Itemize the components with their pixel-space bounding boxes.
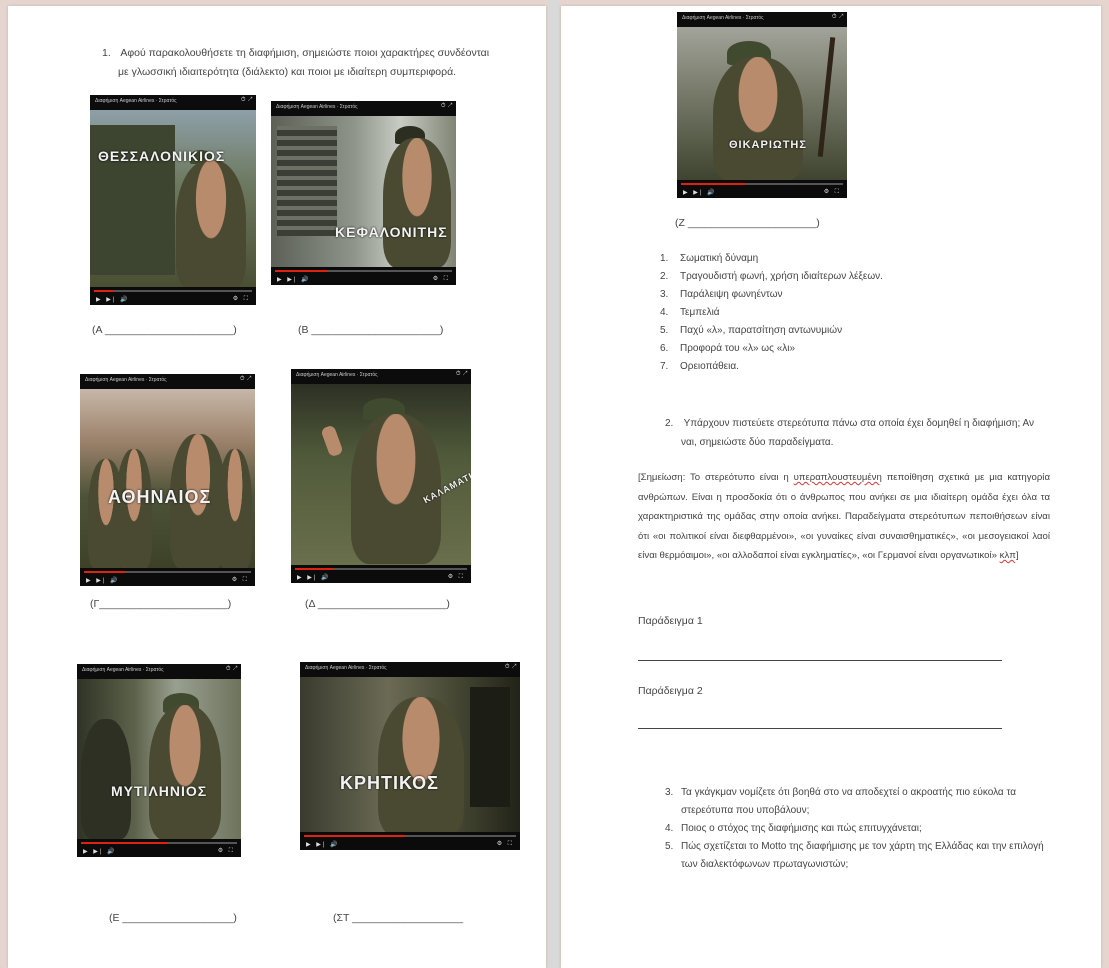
share-icon: ⏱ ↗ [831,14,843,20]
list-item: 7. Ορειοπάθεια. [660,361,739,372]
answer-blank-e[interactable]: (Ε ___________________) [109,912,237,924]
share-icon: ⏱ ↗ [504,664,516,670]
document-page-right: Διαφήμιση Aegean Airlines · Στρατός ⏱ ↗ Θ… [561,6,1101,968]
answer-blank-g[interactable]: (Ζ ______________________) [675,217,820,229]
answer-blank-f[interactable]: (ΣΤ ___________________ [333,912,463,924]
video-thumbnail-c[interactable]: Διαφήμιση Aegean Airlines · Στρατός ⏱ ↗ Α… [80,374,255,586]
list-item: 6. Προφορά του «λ» ως «λι» [660,343,796,354]
question-1-number: 1. [102,47,111,59]
play-icon[interactable]: ▶ ▶| 🔊 [277,276,311,283]
play-icon[interactable]: ▶ ▶| 🔊 [306,841,340,848]
question-1: 1. Αφού παρακολουθήσετε τη διαφήμιση, ση… [102,44,522,82]
character-caption: ΚΕΦΑΛΟΝΙΤΗΣ [335,224,448,240]
document-page-left: 1. Αφού παρακολουθήσετε τη διαφήμιση, ση… [8,6,546,968]
video-thumbnail-b[interactable]: Διαφήμιση Aegean Airlines · Στρατός ⏱ ↗ Κ… [271,101,456,285]
question-1-line2: με γλωσσική ιδιαιτερότητα (διάλεκτο) και… [118,66,457,78]
character-caption: ΑΘΗΝΑΙΟΣ [108,487,212,507]
share-icon: ⏱ ↗ [455,371,467,377]
fullscreen-icon[interactable]: ⚙ ⛶ [232,576,249,584]
fullscreen-icon[interactable]: ⚙ ⛶ [218,847,235,855]
fullscreen-icon[interactable]: ⚙ ⛶ [448,573,465,581]
stereotype-note: [Σημείωση: Το στερεότυπο είναι η υπεραπλ… [638,472,1050,561]
video-thumbnail-f[interactable]: Διαφήμιση Aegean Airlines · Στρατός ⏱ ↗ Κ… [300,662,520,850]
play-icon[interactable]: ▶ ▶| 🔊 [86,577,120,584]
questions-3-5: 3. Τα γκάγκμαν νομίζετε ότι βοηθά στο να … [665,784,1065,874]
video-scene: ΜΥΤΙΛΗΝΙΟΣ [77,679,241,840]
video-thumbnail-d[interactable]: Διαφήμιση Aegean Airlines · Στρατός ⏱ ↗ Κ… [291,369,471,583]
fullscreen-icon[interactable]: ⚙ ⛶ [497,840,514,848]
fullscreen-icon[interactable]: ⚙ ⛶ [433,275,450,283]
question-1-line1: Αφού παρακολουθήσετε τη διαφήμιση, σημει… [120,47,490,59]
example-2-line[interactable] [638,728,1002,729]
video-scene: ΑΘΗΝΑΙΟΣ [80,389,255,569]
list-item: 3. Παράλειψη φωνηέντων [660,289,783,300]
question-5: 5. Πώς σχετίζεται το Motto της διαφήμισης… [665,841,1044,870]
share-icon: ⏱ ↗ [239,376,251,382]
fullscreen-icon[interactable]: ⚙ ⛶ [233,295,250,303]
play-icon[interactable]: ▶ ▶| 🔊 [83,848,117,855]
answer-blank-b[interactable]: (Β ______________________) [298,324,443,336]
feature-list: 1. Σωματική δύναμη 2. Τραγουδιστή φωνή, χρ… [660,250,883,376]
answer-blank-a[interactable]: (Α ______________________) [92,324,237,336]
page-gutter [548,0,559,968]
question-4: 4. Ποιος ο στόχος της διαφήμισης και πώς … [665,823,922,834]
character-caption: ΘΕΣΣΑΛΟΝΙΚΙΟΣ [98,148,226,164]
character-caption: ΘΙΚΑΡΙΩΤΗΣ [729,139,807,151]
video-scene: ΘΕΣΣΑΛΟΝΙΚΙΟΣ [90,110,256,290]
play-icon[interactable]: ▶ ▶| 🔊 [96,296,130,303]
video-scene: ΚΕΦΑΛΟΝΙΤΗΣ [271,116,456,268]
video-scene: ΘΙΚΑΡΙΩΤΗΣ [677,27,847,182]
example-1-line[interactable] [638,660,1002,661]
list-item: 4. Τεμπελιά [660,307,720,318]
answer-blank-d[interactable]: (Δ ______________________) [305,598,450,610]
play-icon[interactable]: ▶ ▶| 🔊 [297,574,331,581]
play-icon[interactable]: ▶ ▶| 🔊 [683,189,717,196]
video-scene: ΚΑΛΑΜΑΤΙΑΝΟΣ [291,384,471,565]
character-caption: ΚΡΗΤΙΚΟΣ [340,773,439,793]
share-icon: ⏱ ↗ [240,97,252,103]
video-scene: ΚΡΗΤΙΚΟΣ [300,677,520,837]
share-icon: ⏱ ↗ [440,103,452,109]
list-item: 2. Τραγουδιστή φωνή, χρήση ιδιαίτερων λέξ… [660,271,883,282]
video-thumbnail-a[interactable]: Διαφήμιση Aegean Airlines · Στρατός ⏱ ↗ Θ… [90,95,256,305]
example-1-label: Παράδειγμα 1 [638,615,703,627]
fullscreen-icon[interactable]: ⚙ ⛶ [824,188,841,196]
question-2: 2. Υπάρχουν πιστεύετε στερεότυπα πάνω στ… [665,418,1034,448]
list-item: 5. Παχύ «λ», παρατσίτηση αντωνυμιών [660,325,843,336]
share-icon: ⏱ ↗ [225,666,237,672]
example-2-label: Παράδειγμα 2 [638,685,703,697]
question-3: 3. Τα γκάγκμαν νομίζετε ότι βοηθά στο να … [665,787,1017,816]
video-thumbnail-e[interactable]: Διαφήμιση Aegean Airlines · Στρατός ⏱ ↗ Μ… [77,664,241,857]
character-caption: ΜΥΤΙΛΗΝΙΟΣ [111,783,208,799]
answer-blank-c[interactable]: (Γ______________________) [90,598,231,610]
video-thumbnail-g[interactable]: Διαφήμιση Aegean Airlines · Στρατός ⏱ ↗ Θ… [677,12,847,198]
list-item: 1. Σωματική δύναμη [660,253,759,264]
